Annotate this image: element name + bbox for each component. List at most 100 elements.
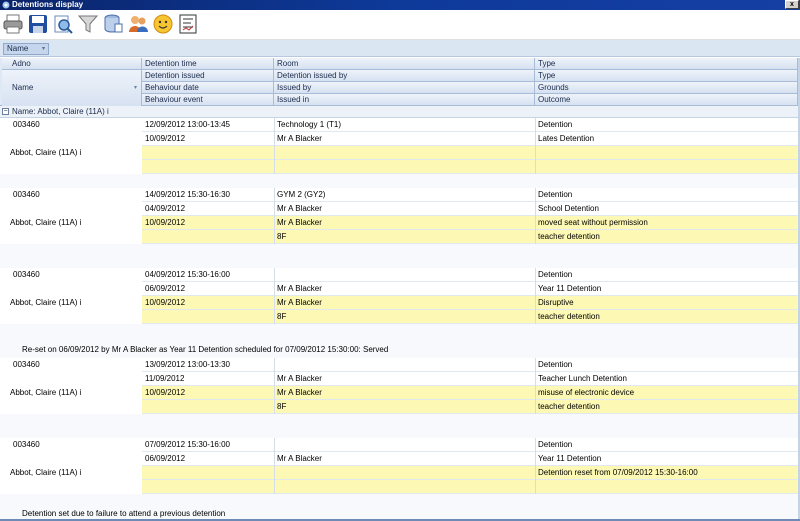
col3-cell [535,480,798,494]
group-label: Name: Abbot, Claire (11A) i [12,107,109,116]
filter-button[interactable] [77,13,99,35]
group-by-name-chip[interactable]: Name ▾ [3,43,49,55]
records-list: 003460 Abbot, Claire (11A) i 12/09/2012 13… [0,118,800,521]
col3-cell: teacher detention [538,232,600,241]
column-divider [274,358,275,414]
col1-cell [142,230,274,244]
group-by-label: Name [7,44,29,53]
window-title: Detentions display [12,0,84,9]
record-spacer [0,414,800,438]
column-divider [274,268,275,324]
header-behaviour-event[interactable]: Behaviour event [142,94,274,106]
col2-cell [274,146,535,160]
column-divider [535,188,536,244]
col1-cell [142,466,274,480]
save-icon [29,15,47,33]
col2-cell: Mr A Blacker [277,218,322,227]
col2-cell: Mr A Blacker [277,374,322,383]
student-name-cell[interactable]: Abbot, Claire (11A) i [0,452,142,494]
column-divider [274,438,275,494]
col3-cell: moved seat without permission [538,218,648,227]
behaviour-button[interactable] [152,13,174,35]
col1-cell [142,400,274,414]
col1-cell [142,146,274,160]
header-grounds[interactable]: Grounds [535,82,798,94]
col2-cell [274,438,535,452]
header-issued-by[interactable]: Issued by [274,82,535,94]
header-detention-issued-by[interactable]: Detention issued by [274,70,535,82]
col1-cell: 06/09/2012 [145,284,186,293]
col2-cell: 8F [277,312,287,321]
header-detention-time[interactable]: Detention time [142,58,274,70]
column-divider [274,188,275,244]
col2-cell: Mr A Blacker [277,454,322,463]
col2-cell: Mr A Blacker [277,298,322,307]
header-issued-in[interactable]: Issued in [274,94,535,106]
header-name-label: Name [12,83,34,92]
col2-cell: Mr A Blacker [277,388,322,397]
header-detention-issued[interactable]: Detention issued [142,70,274,82]
header-behaviour-date[interactable]: Behaviour date [142,82,274,94]
col3-cell [535,146,798,160]
col1-cell: 10/09/2012 [145,298,186,307]
close-button[interactable]: x [785,0,799,9]
header-type[interactable]: Type [535,58,798,70]
header-outcome[interactable]: Outcome [535,94,798,106]
users-icon [129,16,148,32]
col3-cell: misuse of electronic device [538,388,635,397]
col1-cell: 06/09/2012 [145,454,186,463]
record-note: Re-set on 06/09/2012 by Mr A Blacker as … [22,345,389,354]
window-title-bar: Detentions display x [0,0,800,10]
col3-cell: teacher detention [538,402,600,411]
col1-cell: 14/09/2012 15:30-16:30 [145,190,230,199]
smiley-icon [153,14,173,34]
header-adno[interactable]: Adno [2,58,142,70]
col3-cell: Detention [538,360,573,369]
col3-cell: Lates Detention [538,134,595,143]
report-button[interactable] [177,13,199,35]
users-button[interactable] [127,13,149,35]
save-button[interactable] [27,13,49,35]
col2-cell [274,160,535,174]
database-icon [104,14,123,33]
col3-cell: Detention [538,120,573,129]
col1-cell: 10/09/2012 [145,388,186,397]
search-document-button[interactable] [52,13,74,35]
col3-cell: teacher detention [538,312,600,321]
col2-cell: Technology 1 (T1) [277,120,342,129]
header-room[interactable]: Room [274,58,535,70]
adno-cell: 003460 [13,270,40,279]
col2-cell [274,466,535,480]
col3-cell: Year 11 Detention [538,454,602,463]
col2-cell [274,268,535,282]
col2-cell [274,358,535,372]
student-name-cell[interactable]: Abbot, Claire (11A) i [0,202,142,244]
header-name[interactable]: Name ▾ [2,70,142,106]
sort-icon: ▾ [133,85,137,91]
report-icon [179,14,197,34]
app-icon [2,1,10,9]
collapse-icon[interactable]: − [2,108,9,115]
adno-cell: 003460 [13,360,40,369]
col3-cell: Detention [538,440,573,449]
print-button[interactable] [2,13,24,35]
col1-cell: 04/09/2012 15:30-16:00 [145,270,230,279]
group-row[interactable]: − Name: Abbot, Claire (11A) i [0,106,800,118]
col3-cell: Detention reset from 07/09/2012 15:30-16… [538,468,698,477]
header-detention-type[interactable]: Type [535,70,798,82]
student-name-cell[interactable]: Abbot, Claire (11A) i [0,282,142,324]
col2-cell: GYM 2 (GY2) [277,190,326,199]
col1-cell [142,480,274,494]
col1-cell: 04/09/2012 [145,204,186,213]
column-divider [535,438,536,494]
col3-cell: Year 11 Detention [538,284,602,293]
record-spacer [0,174,800,188]
student-name-cell[interactable]: Abbot, Claire (11A) i [0,372,142,414]
database-button[interactable] [102,13,124,35]
col2-cell: Mr A Blacker [277,284,322,293]
col3-cell: Detention [538,190,573,199]
grid-header: Adno Name ▾ Detention time Room Type Det… [0,58,800,106]
col3-cell: Detention [538,270,573,279]
col1-cell: 12/09/2012 13:00-13:45 [145,120,230,129]
student-name-cell[interactable]: Abbot, Claire (11A) i [0,132,142,174]
